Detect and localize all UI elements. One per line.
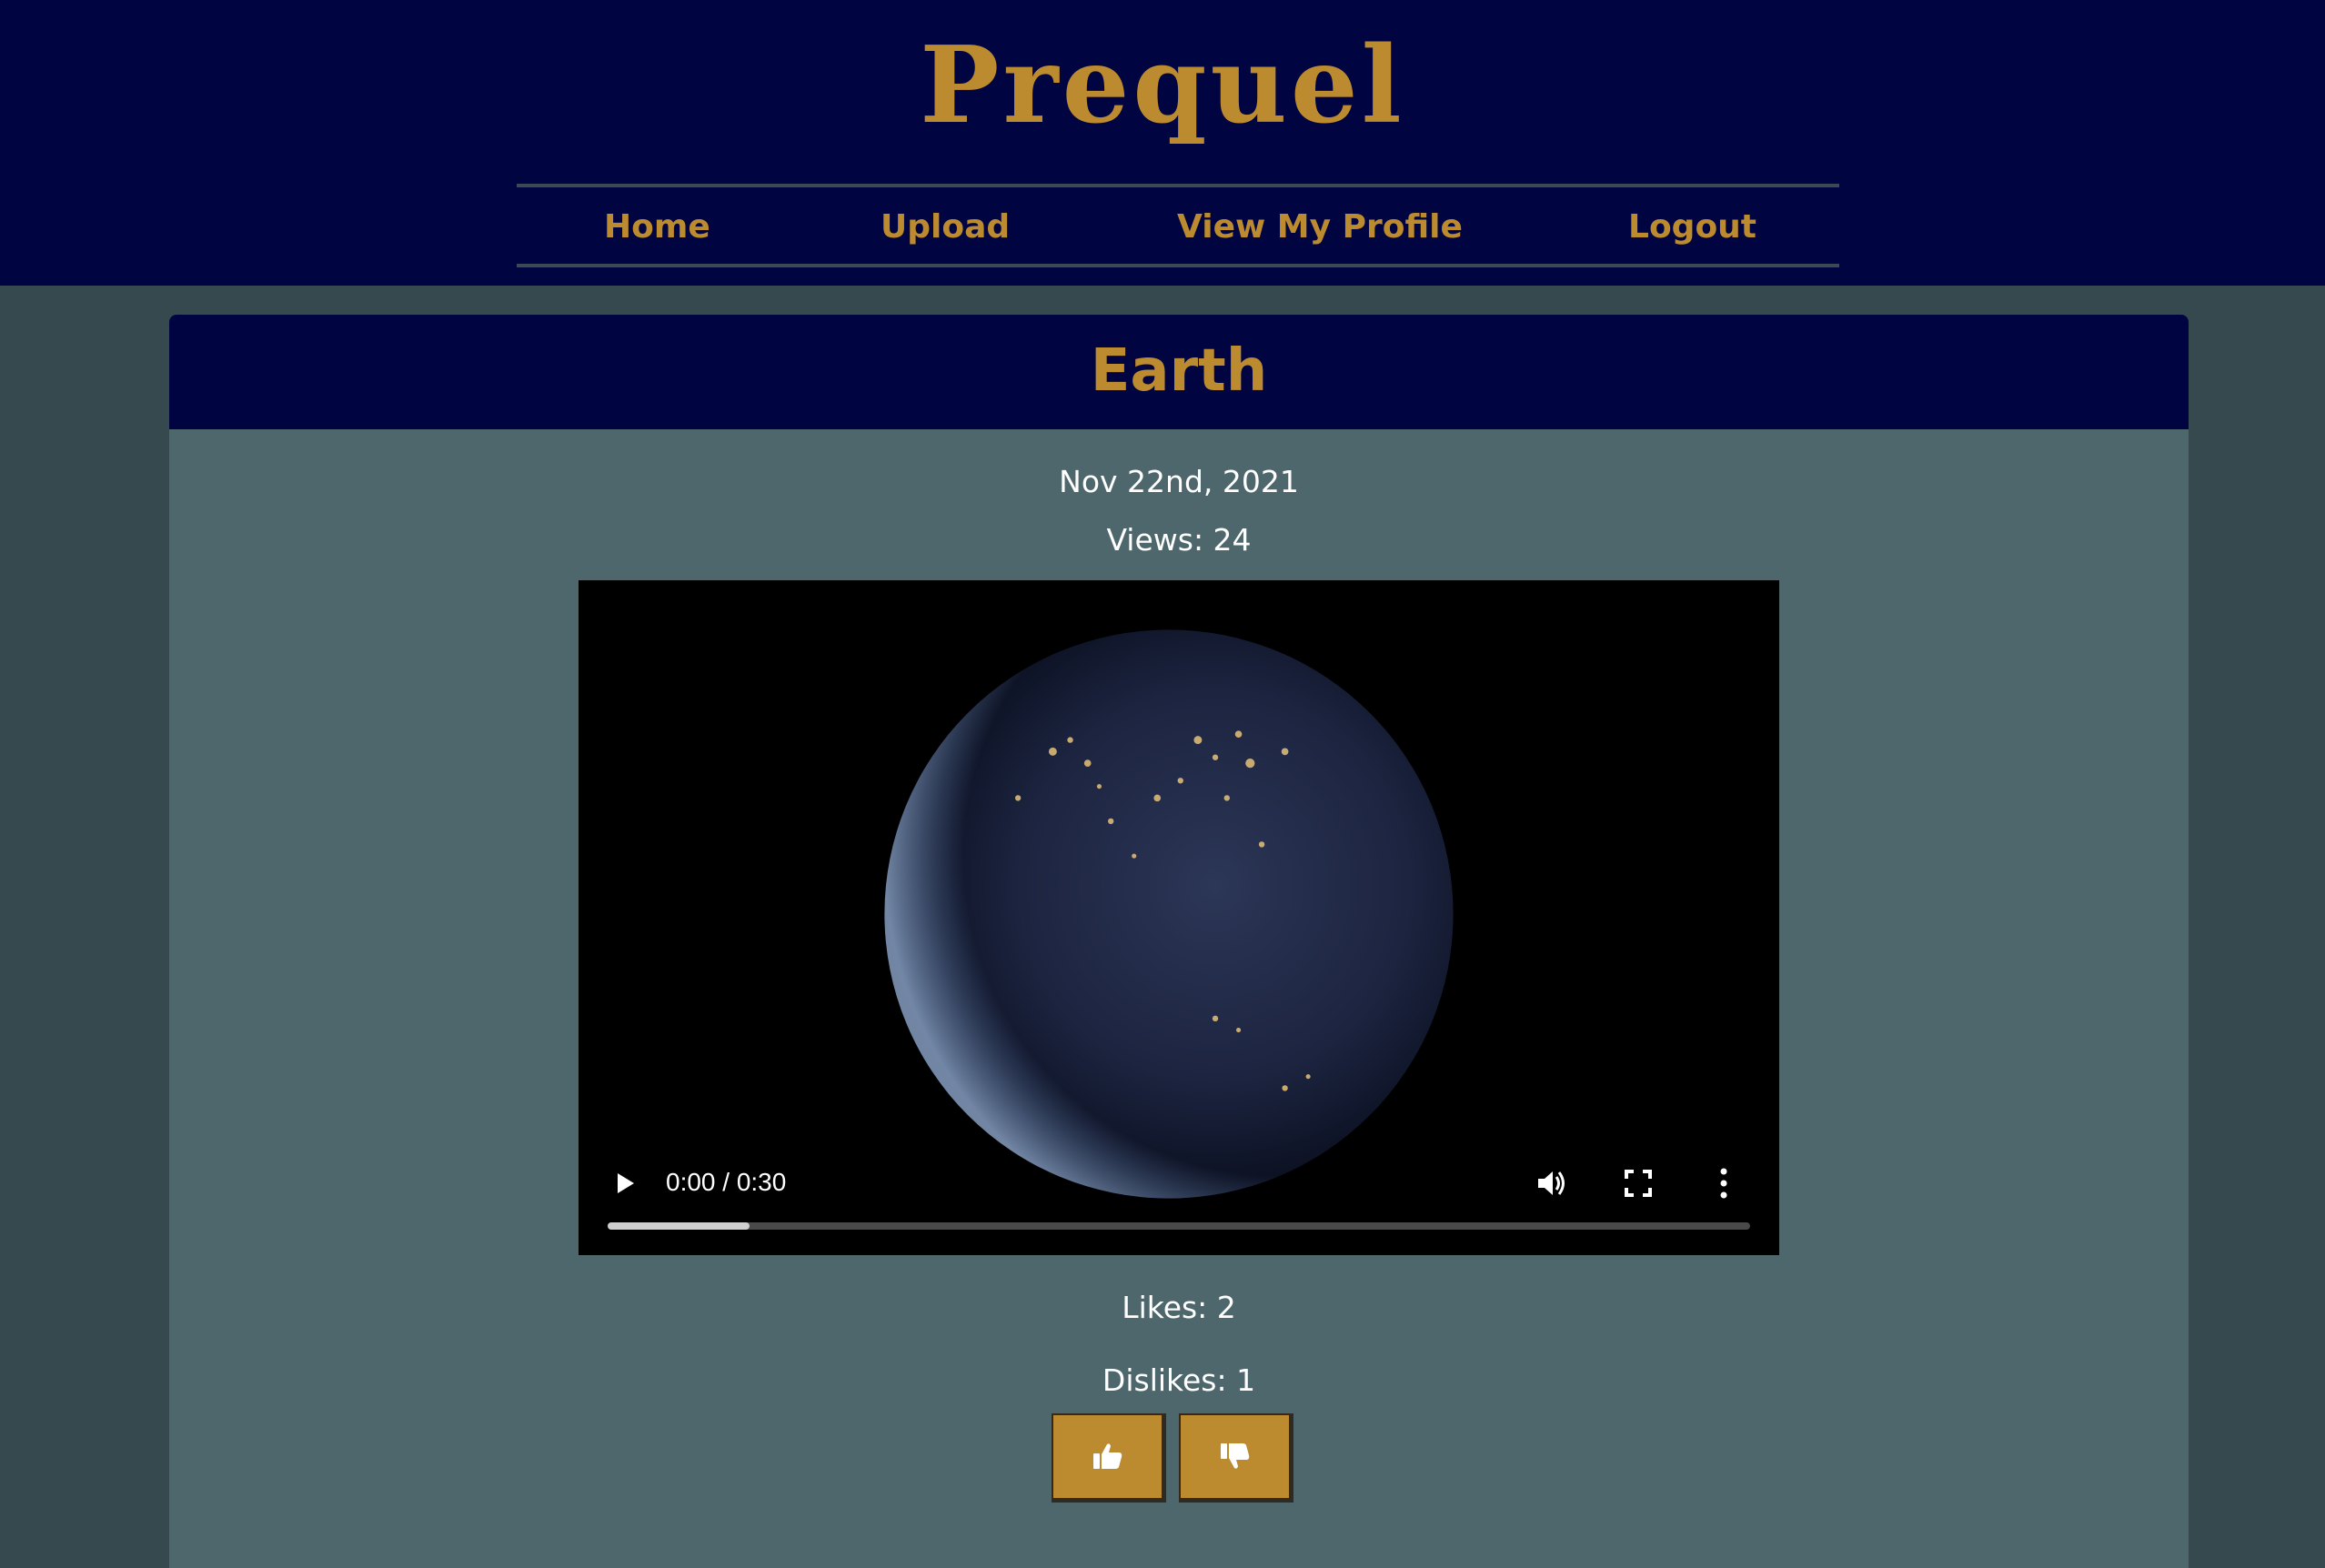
- video-progress-bar[interactable]: [608, 1222, 1750, 1230]
- video-player[interactable]: 0:00 / 0:30: [579, 580, 1779, 1255]
- more-vertical-icon[interactable]: [1719, 1166, 1728, 1201]
- nav-view-my-profile[interactable]: View My Profile: [1177, 207, 1463, 247]
- video-controls: 0:00 / 0:30: [579, 1137, 1779, 1255]
- site-header: Prequel Home Upload View My Profile Logo…: [0, 0, 2325, 286]
- site-logo[interactable]: Prequel: [0, 31, 2325, 140]
- video-time: 0:00 / 0:30: [666, 1168, 787, 1196]
- thumbs-down-icon: [1221, 1443, 1250, 1469]
- nav-upload[interactable]: Upload: [881, 207, 1010, 247]
- dislike-button[interactable]: [1179, 1413, 1293, 1503]
- fullscreen-icon[interactable]: [1623, 1168, 1654, 1199]
- post-card: Earth Nov 22nd, 2021 Views: 24 0:00 / 0:…: [169, 315, 2189, 1568]
- nav-home[interactable]: Home: [604, 207, 710, 247]
- thumbs-up-icon: [1093, 1443, 1122, 1469]
- view-count: Views: 24: [1106, 522, 1252, 558]
- nav-logout[interactable]: Logout: [1628, 207, 1756, 247]
- post-title: Earth: [1090, 337, 1268, 405]
- dislikes-count: Dislikes: 1: [1102, 1362, 1256, 1398]
- main-nav: Home Upload View My Profile Logout: [517, 184, 1839, 267]
- like-button[interactable]: [1052, 1413, 1166, 1503]
- post-card-header: Earth: [169, 315, 2189, 429]
- video-buffered-bar: [608, 1222, 750, 1230]
- post-date: Nov 22nd, 2021: [1059, 464, 1299, 499]
- volume-icon[interactable]: [1534, 1166, 1568, 1201]
- likes-count: Likes: 2: [1122, 1290, 1236, 1325]
- play-icon[interactable]: [611, 1170, 639, 1197]
- earth-video-frame: [884, 629, 1454, 1199]
